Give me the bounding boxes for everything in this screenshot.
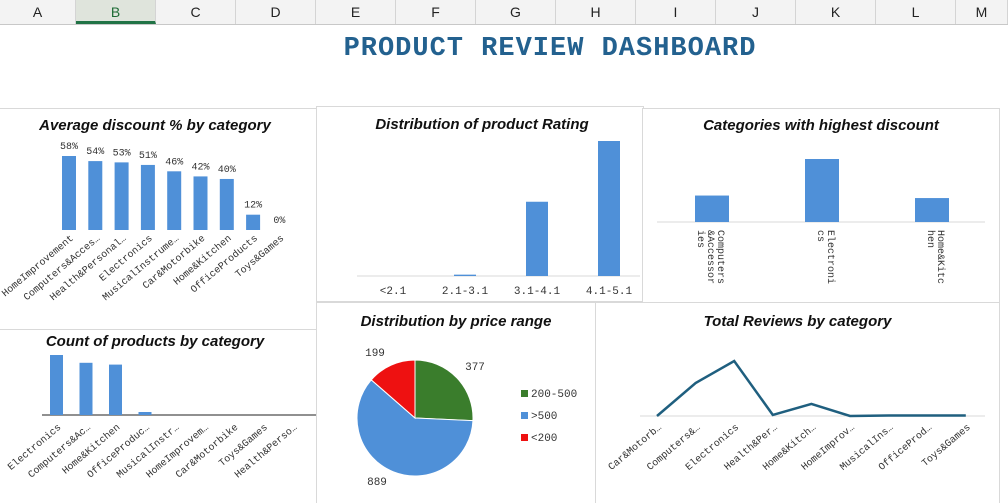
column-header-e[interactable]: E bbox=[316, 0, 396, 24]
column-header-i[interactable]: I bbox=[636, 0, 716, 24]
panel-total-reviews[interactable] bbox=[595, 302, 1000, 503]
column-header-bar: ABCDEFGHIJKLM bbox=[0, 0, 1008, 25]
column-header-m[interactable]: M bbox=[956, 0, 1008, 24]
chart-title-price-range: Distribution by price range bbox=[360, 313, 552, 330]
panel-price-range[interactable] bbox=[316, 302, 596, 503]
column-header-d[interactable]: D bbox=[236, 0, 316, 24]
column-header-k[interactable]: K bbox=[796, 0, 876, 24]
column-header-l[interactable]: L bbox=[876, 0, 956, 24]
chart-title-total-reviews: Total Reviews by category bbox=[703, 313, 892, 330]
column-header-c[interactable]: C bbox=[156, 0, 236, 24]
chart-title-count-products: Count of products by category bbox=[45, 333, 265, 350]
column-header-h[interactable]: H bbox=[556, 0, 636, 24]
column-header-g[interactable]: G bbox=[476, 0, 556, 24]
chart-title-avg-discount: Average discount % by category bbox=[39, 117, 271, 134]
column-header-a[interactable]: A bbox=[0, 0, 76, 24]
chart-title-rating-dist: Distribution of product Rating bbox=[375, 116, 589, 133]
column-header-j[interactable]: J bbox=[716, 0, 796, 24]
chart-title-top-discount: Categories with highest discount bbox=[703, 117, 939, 134]
column-header-b[interactable]: B bbox=[76, 0, 156, 24]
panel-avg-discount[interactable] bbox=[0, 108, 317, 330]
panel-top-discount[interactable] bbox=[642, 108, 1000, 304]
panel-rating-dist[interactable] bbox=[316, 106, 644, 302]
column-header-f[interactable]: F bbox=[396, 0, 476, 24]
panel-count-products[interactable] bbox=[0, 329, 317, 503]
dashboard-title: PRODUCT REVIEW DASHBOARD bbox=[343, 34, 757, 64]
